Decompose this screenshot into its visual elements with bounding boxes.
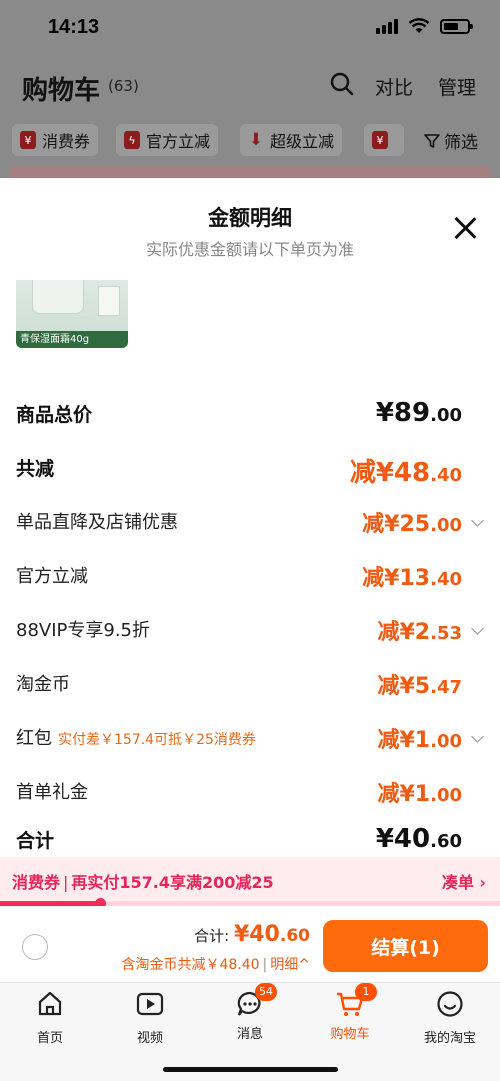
home-indicator[interactable] [163,1067,338,1072]
row-label: 首单礼金 [16,782,88,803]
row-store-discount[interactable]: 单品直降及店铺优惠 减¥25.00 [16,502,484,542]
chevron-down-icon [471,622,484,635]
coupon-message: 消费券 | 再实付157.4享满200减25 [12,873,274,892]
status-time: 14:13 [48,16,100,38]
product-thumbnail[interactable]: 青保湿面霜40g [16,280,128,348]
tab-my-taobao[interactable]: 我的淘宝 [400,989,500,1046]
checkout-button[interactable]: 结算(1) [323,920,488,972]
row-value: 减¥13.40 [362,566,462,591]
chip-more[interactable]: ¥ [364,124,404,156]
tab-home[interactable]: 首页 [0,989,100,1046]
row-label: 共减 [16,458,55,480]
chevron-down-icon [471,514,484,527]
tab-cart[interactable]: 1 购物车 [300,983,400,1042]
row-value: 减¥1.00 [377,782,462,807]
tab-label: 购物车 [330,1027,370,1042]
checkout-discount-summary[interactable]: 含淘金币共减￥48.40 | 明细^ [121,954,310,974]
cart-title: 购物车 [22,76,101,106]
message-icon-wrap: 54 [235,983,277,1019]
row-value: 减¥25.00 [362,512,462,537]
filter-icon [424,133,440,148]
search-icon[interactable] [330,72,354,96]
chip-coupon[interactable]: ¥ 消费券 [12,124,99,156]
cart-badge: 1 [355,983,377,1001]
wifi-icon [408,18,430,33]
checkout-total: 合计: ¥40.60 [194,922,310,947]
cart-count: (63) [108,77,139,95]
add-items-link[interactable]: 凑单 › [442,869,486,893]
tab-label: 视频 [136,1031,163,1046]
coupon-bar[interactable]: 消费券 | 再实付157.4享满200减25 凑单 › [0,857,500,901]
product-caption: 青保湿面霜40g [16,331,128,348]
tab-label: 消息 [236,1027,263,1042]
row-first-order-bonus: 首单礼金 减¥1.00 [16,772,484,812]
bolt-icon: ϟ [124,131,140,149]
row-value: 减¥2.53 [377,620,462,645]
coupon-icon: ¥ [372,131,388,149]
row-label: 合计 [16,830,55,852]
coupon-icon: ¥ [20,131,36,149]
filter-button[interactable]: 筛选 [424,128,478,153]
row-label: 88VIP专享9.5折 [16,620,151,641]
row-value: 减¥1.00 [377,728,462,753]
row-label: 官方立减 [16,566,88,587]
row-grand-total: 合计 ¥40.60 [16,820,484,860]
chip-official-discount[interactable]: ϟ 官方立减 [116,124,219,156]
chip-super-discount[interactable]: ⬇ 超级立减 [240,124,343,156]
detail-toggle[interactable]: 明细^ [270,957,310,973]
signal-icon [376,18,398,34]
chip-label: 超级立减 [270,132,335,151]
down-arrow-icon: ⬇ [248,130,264,150]
profile-icon [437,991,463,1017]
tab-label: 首页 [36,1031,63,1046]
sheet-title: 金额明细 [208,206,292,230]
home-icon [38,991,62,1016]
battery-icon [440,18,473,34]
sheet-subtitle: 实际优惠金额请以下单页为准 [145,240,354,259]
manage-button[interactable]: 管理 [438,73,476,100]
row-label: 单品直降及店铺优惠 [16,512,178,533]
tab-messages[interactable]: 54 消息 [200,983,300,1042]
chip-label: 官方立减 [146,132,211,151]
chip-label: 消费券 [42,132,91,151]
checkout-bar: 合计: ¥40.60 含淘金币共减￥48.40 | 明细^ 结算(1) [0,906,500,982]
row-red-packet[interactable]: 红包 实付差￥157.4可抵￥25消费券 减¥1.00 [16,718,484,758]
row-total-discount: 共减 减¥48.40 [16,448,484,488]
status-bar: 14:13 [0,0,500,58]
tab-video[interactable]: 视频 [100,989,200,1046]
row-value: 减¥5.47 [377,674,462,699]
compare-button[interactable]: 对比 [375,73,413,100]
tab-label: 我的淘宝 [423,1031,476,1046]
row-label: 红包 实付差￥157.4可抵￥25消费券 [16,728,256,749]
chevron-down-icon [471,730,484,743]
background-banner [10,166,490,178]
video-icon [136,992,164,1016]
product-jar-image [32,280,84,314]
row-value: ¥40.60 [375,824,462,854]
row-label: 商品总价 [16,404,93,426]
row-value: 减¥48.40 [349,458,462,488]
status-icons [376,18,473,34]
row-label: 淘金币 [16,674,70,695]
row-official-discount: 官方立减 减¥13.40 [16,556,484,596]
select-all-checkbox[interactable] [22,934,48,960]
row-item-total: 商品总价 ¥89.00 [16,394,484,434]
close-icon[interactable] [450,214,480,244]
row-taojinbi: 淘金币 减¥5.47 [16,664,484,704]
message-badge: 54 [255,983,277,1001]
product-box-image [98,286,120,316]
cart-icon-wrap: 1 [335,983,377,1019]
row-vip-discount[interactable]: 88VIP专享9.5折 减¥2.53 [16,610,484,650]
row-value: ¥89.00 [375,398,462,428]
filter-label: 筛选 [444,133,478,153]
red-packet-note: 实付差￥157.4可抵￥25消费券 [58,732,256,748]
